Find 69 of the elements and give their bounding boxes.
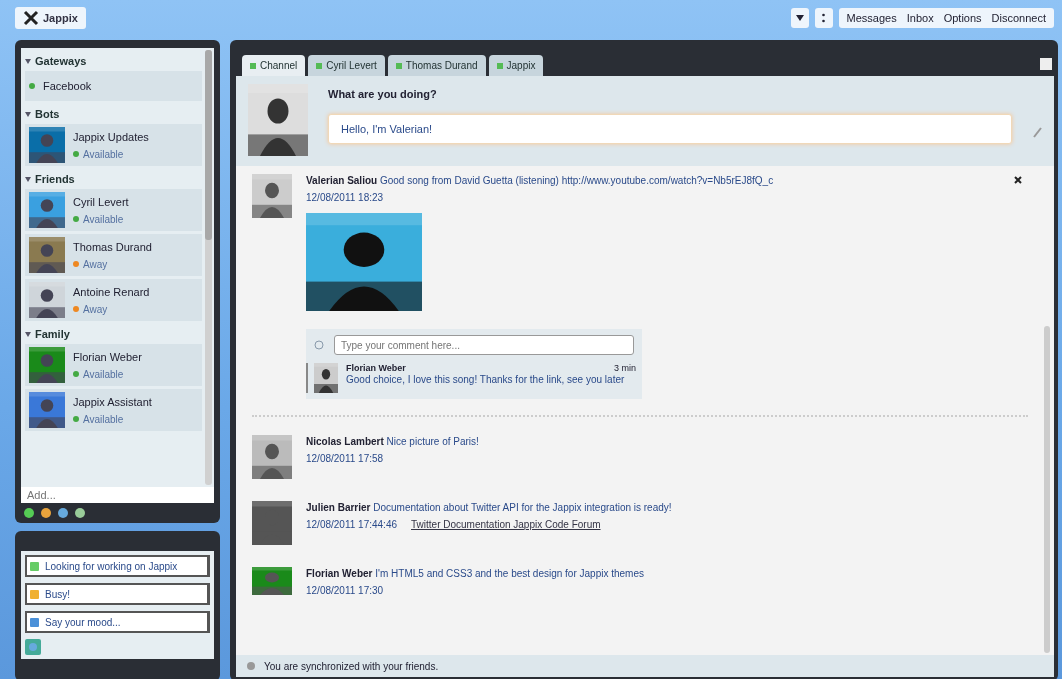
comment-text: Good choice, I love this song! Thanks for the link, see you later [346,373,626,387]
contact-status: Available [83,148,124,160]
cross-logo-icon [23,10,39,26]
collapse-icon[interactable] [25,111,31,117]
contact-item[interactable]: Florian Weber Available [25,344,202,386]
gateway-item[interactable]: Facebook [25,71,202,101]
post-date: 12/08/2011 18:23 [306,192,384,203]
status-icon [29,617,39,627]
close-icon[interactable] [1014,176,1022,184]
tab[interactable]: Cyril Levert [308,55,385,76]
header-link[interactable]: Disconnect [991,12,1046,24]
more-button[interactable] [814,8,833,28]
contact-name: Antoine Renard [73,285,150,298]
composer-question: What are you doing? [328,88,438,100]
contact-name: Cyril Levert [73,195,129,208]
header-link[interactable]: Messages [846,12,897,24]
contact-status: Available [83,368,124,380]
collapse-icon[interactable] [25,58,31,64]
post-date: 12/08/2011 17:30 [306,585,384,596]
app-name: Jappix [43,12,78,24]
contact-item[interactable]: Jappix Updates Available [25,124,202,166]
group-name: Bots [35,108,60,120]
post-date: 12/08/2011 17:44:46 [306,519,397,530]
contact-status: Available [83,213,124,225]
collapse-icon[interactable] [25,176,31,182]
contact-status: Available [83,413,124,425]
caret-icon [795,15,804,21]
contact-name: Thomas Durand [73,240,152,253]
contact-name: Jappix Updates [73,130,149,143]
status-icon [29,561,39,571]
contact-status: Away [83,303,108,315]
post-text: Florian Weber I'm HTML5 and CSS3 and the best design for Jappix themes [306,567,644,581]
contact-item[interactable]: Cyril Levert Available [25,189,202,231]
scrollbar[interactable] [1044,326,1050,653]
presence-field[interactable]: Looking for working on Jappix [25,555,210,577]
scrollbar[interactable] [205,50,212,485]
group-name: Gateways [35,55,87,67]
post-link[interactable]: Twitter Documentation Jappix Code Forum [411,519,601,530]
dropdown-button[interactable] [790,8,809,28]
post-text: Nicolas Lambert Nice picture of Paris! [306,435,479,449]
contact-item[interactable]: Jappix Assistant Available [25,389,202,431]
search-field[interactable]: Add... [21,487,214,503]
comment-icon [314,340,324,350]
comment-field[interactable]: Type your comment here... [334,335,634,355]
group-name: Friends [35,173,75,185]
more-icon [822,13,826,23]
contact-name: Florian Weber [73,350,142,363]
contact-item[interactable]: Antoine Renard Away [25,279,202,321]
post-date: 12/08/2011 17:58 [306,453,384,464]
collapse-icon[interactable] [25,331,31,337]
status-icon [29,589,39,599]
footer-text: You are synchronized with your friends. [264,660,439,672]
comment-author: Florian Weber [346,363,406,373]
comment-time: 3 min [614,363,636,373]
contact-name: Jappix Assistant [73,395,152,408]
header-link[interactable]: Options [943,12,982,24]
tab[interactable]: Channel [242,55,306,76]
presence-field[interactable]: Busy! [25,583,210,605]
presence-field[interactable]: Say your mood... [25,611,210,633]
post-text: Valerian Saliou Good song from David Guetta (listening) http://www.youtube.com/watch?v=Nb5rEJ8fQ_c [306,174,774,188]
contact-status: Away [83,258,108,270]
tab[interactable]: Jappix [488,55,544,76]
group-name: Family [35,328,70,340]
status-input[interactable]: Hello, I'm Valerian! [328,114,1012,144]
contact-item[interactable]: Thomas Durand Away [25,234,202,276]
header-link[interactable]: Inbox [906,12,934,24]
post-text: Julien Barrier Documentation about Twitter API for the Jappix integration is ready! [306,501,672,515]
sync-icon [246,661,256,671]
tab[interactable]: Thomas Durand [387,55,486,76]
